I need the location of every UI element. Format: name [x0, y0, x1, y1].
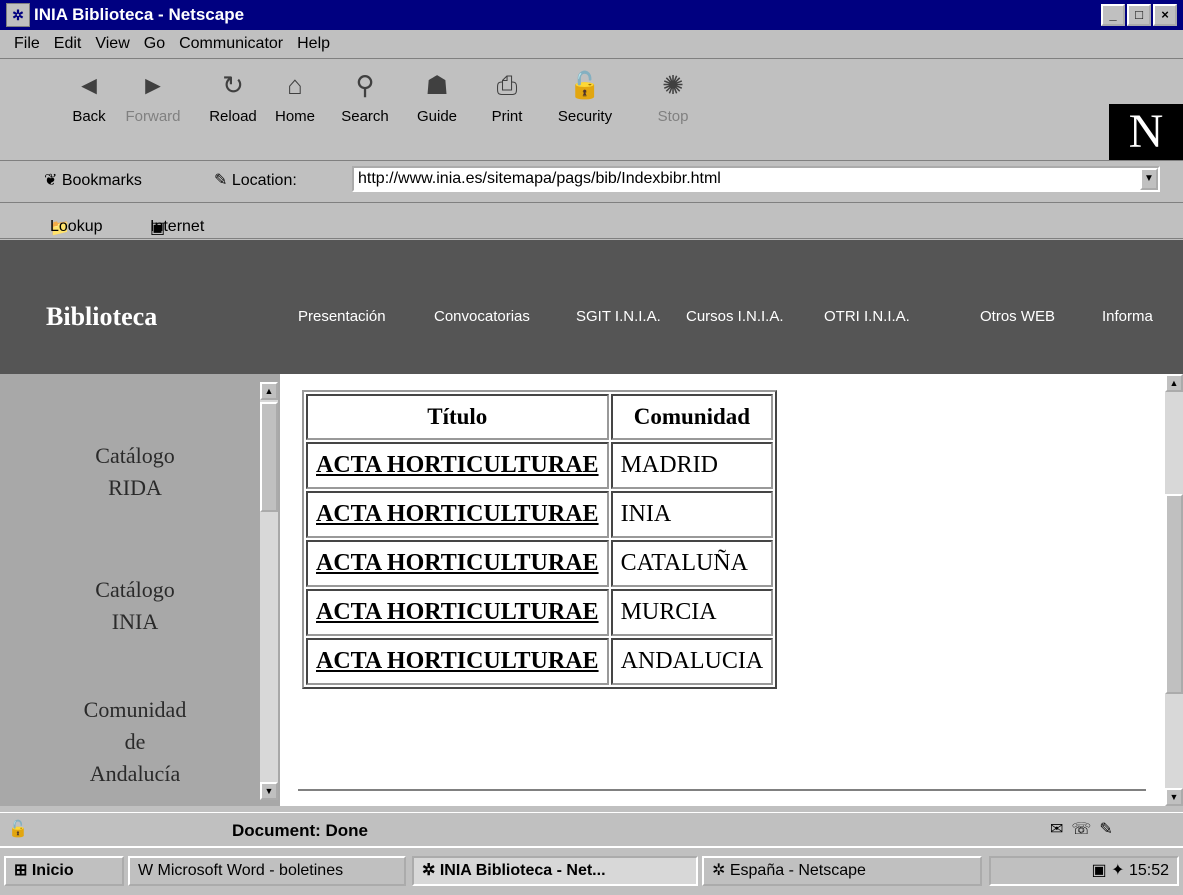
- content-scrollbar[interactable]: ▲ ▼: [1165, 374, 1183, 806]
- forward-button[interactable]: ► Forward: [120, 68, 186, 125]
- table-row: ACTA HORTICULTURAE MADRID: [306, 442, 774, 489]
- site-brand: Biblioteca: [46, 302, 158, 331]
- nav-presentacion[interactable]: Presentación: [298, 308, 386, 325]
- home-icon: ⌂: [287, 70, 303, 100]
- minimize-button[interactable]: _: [1101, 4, 1125, 26]
- table-row: ACTA HORTICULTURAE ANDALUCIA: [306, 638, 774, 685]
- location-toolbar: ❦ Bookmarks ✎ Location: ▼: [0, 160, 1183, 203]
- nav-sgit[interactable]: SGIT I.N.I.A.: [576, 308, 661, 325]
- guide-icon: ☗: [425, 70, 449, 100]
- netscape-window-icon: ✲: [6, 3, 30, 27]
- community-cell: CATALUÑA: [610, 540, 774, 587]
- location-label: ✎ Location:: [214, 172, 297, 189]
- menu-edit[interactable]: Edit: [54, 35, 82, 53]
- netscape-icon: ✲: [422, 862, 440, 879]
- url-field[interactable]: [352, 166, 1160, 192]
- menu-go[interactable]: Go: [144, 35, 165, 53]
- scroll-down-arrow-icon[interactable]: ▼: [1165, 788, 1183, 806]
- table-row: ACTA HORTICULTURAE CATALUÑA: [306, 540, 774, 587]
- print-button[interactable]: ⎙ Print: [474, 68, 540, 125]
- stop-icon: ✺: [662, 70, 684, 100]
- menu-file[interactable]: File: [14, 35, 40, 53]
- table-header-row: Título Comunidad: [306, 394, 774, 440]
- close-button[interactable]: ×: [1153, 4, 1177, 26]
- sidebar-item-comunidad-andalucia[interactable]: Comunidad de Andalucía: [40, 694, 230, 790]
- guide-button[interactable]: ☗ Guide: [404, 68, 470, 125]
- title-bar: ✲ INIA Biblioteca - Netscape _ □ ×: [0, 0, 1183, 30]
- tray-icons[interactable]: ▣ ✦: [1092, 862, 1129, 879]
- journals-table: Título Comunidad ACTA HORTICULTURAE MADR…: [302, 390, 778, 689]
- community-cell: INIA: [610, 491, 774, 538]
- title-link[interactable]: ACTA HORTICULTURAE: [316, 648, 599, 674]
- netscape-icon: ✲: [712, 862, 730, 879]
- bookmarks-icon: ❦: [44, 172, 62, 189]
- taskbar-item-word[interactable]: W Microsoft Word - boletines: [128, 856, 406, 886]
- nav-informa[interactable]: Informa: [1102, 308, 1153, 325]
- taskbar-item-espana[interactable]: ✲ España - Netscape: [702, 856, 982, 886]
- sidebar-item-catalogo-rida[interactable]: Catálogo RIDA: [40, 440, 230, 504]
- bookmarks-button[interactable]: ❦ Bookmarks: [44, 170, 142, 190]
- sidebar: Catálogo RIDA Catálogo INIA Comunidad de And…: [0, 374, 280, 806]
- url-dropdown-icon[interactable]: ▼: [1140, 168, 1158, 190]
- printer-icon: ⎙: [496, 70, 518, 100]
- system-tray: ▣ ✦ 15:52: [989, 856, 1179, 886]
- security-status-icon[interactable]: 🔓: [8, 819, 28, 839]
- content-frame: Título Comunidad ACTA HORTICULTURAE MADR…: [280, 374, 1165, 806]
- horizontal-rule: [298, 789, 1146, 792]
- maximize-button[interactable]: □: [1127, 4, 1151, 26]
- nav-otri[interactable]: OTRI I.N.I.A.: [824, 308, 910, 325]
- forward-arrow-icon: ►: [140, 70, 166, 100]
- search-icon: ⚲: [355, 70, 375, 100]
- windows-logo-icon: ⊞: [14, 862, 32, 879]
- back-button[interactable]: ◄ Back: [56, 68, 122, 125]
- status-bar: 🔓 Document: Done ✉☏✎: [0, 812, 1183, 847]
- content-scroll-thumb[interactable]: [1165, 494, 1183, 694]
- column-header-comunidad: Comunidad: [610, 394, 774, 440]
- title-link[interactable]: ACTA HORTICULTURAE: [316, 599, 599, 625]
- column-header-titulo: Título: [306, 394, 609, 440]
- taskbar-item-inia[interactable]: ✲ INIA Biblioteca - Net...: [412, 856, 698, 886]
- title-link[interactable]: ACTA HORTICULTURAE: [316, 452, 599, 478]
- back-arrow-icon: ◄: [76, 70, 102, 100]
- scroll-up-arrow-icon[interactable]: ▲: [260, 382, 278, 400]
- reload-icon: ↻: [222, 70, 244, 100]
- community-cell: ANDALUCIA: [610, 638, 774, 685]
- scroll-down-arrow-icon[interactable]: ▼: [260, 782, 278, 800]
- sidebar-scroll-thumb[interactable]: [260, 402, 278, 512]
- title-link[interactable]: ACTA HORTICULTURAE: [316, 501, 599, 527]
- table-row: ACTA HORTICULTURAE INIA: [306, 491, 774, 538]
- community-cell: MURCIA: [610, 589, 774, 636]
- personal-toolbar: 📁 Lookup ▣ Internet: [0, 202, 1183, 239]
- netscape-logo: N: [1109, 104, 1183, 160]
- site-header: Biblioteca Presentación Convocatorias SG…: [0, 240, 1183, 374]
- nav-cursos[interactable]: Cursos I.N.I.A.: [686, 308, 784, 325]
- sidebar-item-catalogo-inia[interactable]: Catálogo INIA: [40, 574, 230, 638]
- title-link[interactable]: ACTA HORTICULTURAE: [316, 550, 599, 576]
- security-button[interactable]: 🔓 Security: [552, 68, 618, 125]
- community-cell: MADRID: [610, 442, 774, 489]
- word-icon: W: [138, 862, 158, 879]
- home-button[interactable]: ⌂ Home: [262, 68, 328, 125]
- component-bar-icons[interactable]: ✉☏✎: [1050, 819, 1121, 839]
- menu-view[interactable]: View: [95, 35, 129, 53]
- window-title: INIA Biblioteca - Netscape: [34, 5, 245, 24]
- status-text: Document: Done: [232, 821, 368, 840]
- menu-communicator[interactable]: Communicator: [179, 35, 283, 53]
- navigation-toolbar: ◄ Back ► Forward ↻ Reload ⌂ Home ⚲ Search ☗ Gu…: [0, 60, 1183, 161]
- lock-icon: 🔓: [568, 70, 602, 100]
- nav-otros-web[interactable]: Otros WEB: [980, 308, 1055, 325]
- start-button[interactable]: ⊞ Inicio: [4, 856, 124, 886]
- stop-button[interactable]: ✺ Stop: [640, 68, 706, 125]
- reload-button[interactable]: ↻ Reload: [200, 68, 266, 125]
- search-button[interactable]: ⚲ Search: [332, 68, 398, 125]
- clock: 15:52: [1128, 862, 1169, 879]
- table-row: ACTA HORTICULTURAE MURCIA: [306, 589, 774, 636]
- menu-bar: File Edit View Go Communicator Help: [0, 30, 1183, 59]
- nav-convocatorias[interactable]: Convocatorias: [434, 308, 530, 325]
- menu-help[interactable]: Help: [297, 35, 330, 53]
- sidebar-scrollbar[interactable]: ▲ ▼: [260, 382, 278, 800]
- location-icon: ✎: [214, 172, 232, 189]
- taskbar: ⊞ Inicio W Microsoft Word - boletines ✲ …: [0, 846, 1183, 895]
- scroll-up-arrow-icon[interactable]: ▲: [1165, 374, 1183, 392]
